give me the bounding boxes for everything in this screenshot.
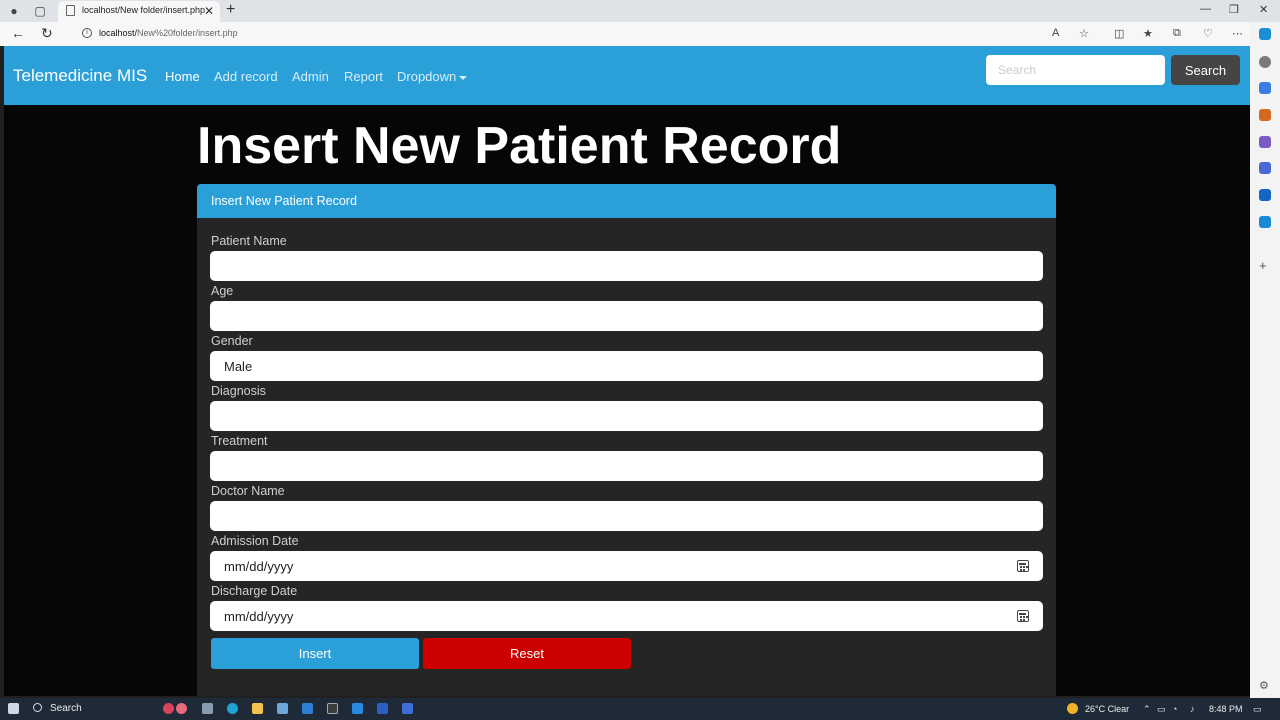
page-title: Insert New Patient Record bbox=[197, 117, 842, 175]
start-icon[interactable] bbox=[8, 703, 19, 714]
site-navbar: Telemedicine MIS Home Add record Admin R… bbox=[4, 46, 1250, 105]
microsoft365-icon[interactable] bbox=[1259, 162, 1271, 174]
nav-home[interactable]: Home bbox=[165, 69, 200, 84]
navbar-search-button[interactable]: Search bbox=[1171, 55, 1240, 85]
task-view-icon[interactable] bbox=[202, 703, 213, 714]
read-aloud-icon[interactable]: A bbox=[1052, 27, 1059, 39]
nav-dropdown[interactable]: Dropdown bbox=[397, 69, 468, 84]
url-path: New%20folder/insert.php bbox=[137, 28, 238, 38]
site-info-icon[interactable]: i bbox=[82, 28, 92, 38]
browser-tab[interactable]: localhost/New folder/insert.php ✕ bbox=[58, 1, 220, 22]
navbar-brand[interactable]: Telemedicine MIS bbox=[13, 66, 147, 86]
sidebar-settings-icon[interactable]: ⚙ bbox=[1259, 680, 1271, 692]
web-page: Telemedicine MIS Home Add record Admin R… bbox=[4, 46, 1250, 696]
tab-actions-icon[interactable]: ▢ bbox=[32, 3, 48, 19]
age-field[interactable] bbox=[210, 301, 1043, 331]
calendar-icon[interactable] bbox=[1017, 610, 1029, 622]
admission-date-value: mm/dd/yyyy bbox=[224, 559, 294, 574]
nav-admin[interactable]: Admin bbox=[292, 69, 329, 84]
admission-date-field[interactable]: mm/dd/yyyy bbox=[210, 551, 1043, 581]
clock-time[interactable]: 8:48 PM bbox=[1209, 704, 1243, 714]
treatment-label: Treatment bbox=[211, 434, 268, 448]
discharge-date-field[interactable]: mm/dd/yyyy bbox=[210, 601, 1043, 631]
search-icon[interactable] bbox=[1259, 56, 1271, 68]
nav-dropdown-label: Dropdown bbox=[397, 69, 457, 84]
age-label: Age bbox=[211, 284, 234, 298]
notepad-icon[interactable] bbox=[402, 703, 413, 714]
treatment-field[interactable] bbox=[210, 451, 1043, 481]
nav-report[interactable]: Report bbox=[344, 69, 383, 84]
chevron-up-icon[interactable]: ⌃ bbox=[1143, 704, 1151, 715]
weather-text[interactable]: 26°C Clear bbox=[1085, 704, 1129, 714]
games-icon[interactable] bbox=[1259, 136, 1271, 148]
admission-date-label: Admission Date bbox=[211, 534, 299, 548]
flower-widget-icon bbox=[176, 703, 187, 714]
store-icon[interactable] bbox=[277, 703, 288, 714]
close-tab-icon[interactable]: ✕ bbox=[204, 4, 214, 18]
file-explorer-icon[interactable] bbox=[252, 703, 263, 714]
diagnosis-field[interactable] bbox=[210, 401, 1043, 431]
taskbar-search-label[interactable]: Search bbox=[50, 703, 82, 714]
gender-select[interactable]: Male bbox=[210, 351, 1043, 381]
patient-name-field[interactable] bbox=[210, 251, 1043, 281]
back-icon[interactable]: ← bbox=[11, 25, 25, 41]
diagnosis-label: Diagnosis bbox=[211, 384, 266, 398]
browser-essentials-icon[interactable]: ♡ bbox=[1203, 27, 1213, 40]
doctor-name-field[interactable] bbox=[210, 501, 1043, 531]
card-header: Insert New Patient Record bbox=[197, 184, 1056, 218]
drop-icon[interactable] bbox=[1259, 216, 1271, 228]
windows-taskbar: Search 26°C Clear ⌃ ▭ ◔ ♪ 8:48 PM ▭ bbox=[0, 698, 1280, 720]
flower-widget-icon[interactable] bbox=[163, 703, 174, 714]
mail-icon[interactable] bbox=[302, 703, 313, 714]
edge-sidebar: + ⚙ bbox=[1250, 22, 1280, 698]
favorite-star-icon[interactable]: ☆ bbox=[1079, 27, 1089, 40]
shopping-icon[interactable] bbox=[1259, 82, 1271, 94]
patient-name-label: Patient Name bbox=[211, 234, 287, 248]
add-sidebar-app-icon[interactable]: + bbox=[1259, 259, 1271, 272]
collections-icon[interactable]: ⧉ bbox=[1173, 27, 1181, 40]
reset-button[interactable]: Reset bbox=[423, 638, 631, 669]
notification-icon[interactable]: ▭ bbox=[1253, 704, 1262, 715]
page-icon bbox=[66, 5, 75, 16]
new-tab-button[interactable]: + bbox=[226, 1, 235, 19]
address-bar: ← ↻ i localhost/New%20folder/insert.php … bbox=[0, 22, 1280, 46]
restore-icon[interactable]: ❐ bbox=[1229, 3, 1239, 16]
card-title: Insert New Patient Record bbox=[211, 194, 357, 208]
outlook-icon[interactable] bbox=[1259, 189, 1271, 201]
url-host: localhost/ bbox=[99, 28, 138, 38]
discharge-date-value: mm/dd/yyyy bbox=[224, 609, 294, 624]
insert-button[interactable]: Insert bbox=[211, 638, 419, 669]
copilot-icon[interactable] bbox=[1259, 28, 1271, 40]
browser-tab-bar: ● ▢ localhost/New folder/insert.php ✕ + … bbox=[0, 0, 1280, 22]
tab-title: localhost/New folder/insert.php bbox=[82, 5, 206, 15]
wifi-icon[interactable]: ◔ bbox=[1172, 704, 1177, 714]
gender-value: Male bbox=[224, 359, 253, 374]
terminal-icon[interactable] bbox=[327, 703, 338, 714]
nav-add-record[interactable]: Add record bbox=[214, 69, 278, 84]
edge-icon[interactable] bbox=[227, 703, 238, 714]
volume-icon[interactable]: ♪ bbox=[1190, 704, 1195, 714]
caret-down-icon bbox=[459, 75, 468, 80]
search-icon[interactable] bbox=[33, 703, 42, 712]
split-screen-icon[interactable]: ◫ bbox=[1114, 27, 1124, 40]
word-icon[interactable] bbox=[377, 703, 388, 714]
gender-label: Gender bbox=[211, 334, 253, 348]
favorites-icon[interactable]: ★ bbox=[1143, 27, 1153, 40]
discharge-date-label: Discharge Date bbox=[211, 584, 298, 598]
close-window-icon[interactable]: ✕ bbox=[1259, 3, 1268, 16]
profile-icon[interactable]: ● bbox=[6, 3, 22, 19]
network-icon[interactable]: ▭ bbox=[1157, 704, 1166, 715]
calendar-icon[interactable] bbox=[1017, 560, 1029, 572]
navbar-search-input[interactable] bbox=[986, 55, 1165, 85]
more-menu-icon[interactable]: ⋯ bbox=[1232, 27, 1243, 40]
moon-weather-icon bbox=[1067, 703, 1078, 714]
insert-record-card: Insert New Patient Record Patient Name A… bbox=[197, 184, 1056, 696]
tools-icon[interactable] bbox=[1259, 109, 1271, 121]
minimize-icon[interactable]: — bbox=[1200, 3, 1211, 15]
refresh-icon[interactable]: ↻ bbox=[41, 25, 53, 42]
url-field[interactable]: localhost/New%20folder/insert.php bbox=[99, 28, 238, 38]
vscode-icon[interactable] bbox=[352, 703, 363, 714]
doctor-name-label: Doctor Name bbox=[211, 484, 285, 498]
